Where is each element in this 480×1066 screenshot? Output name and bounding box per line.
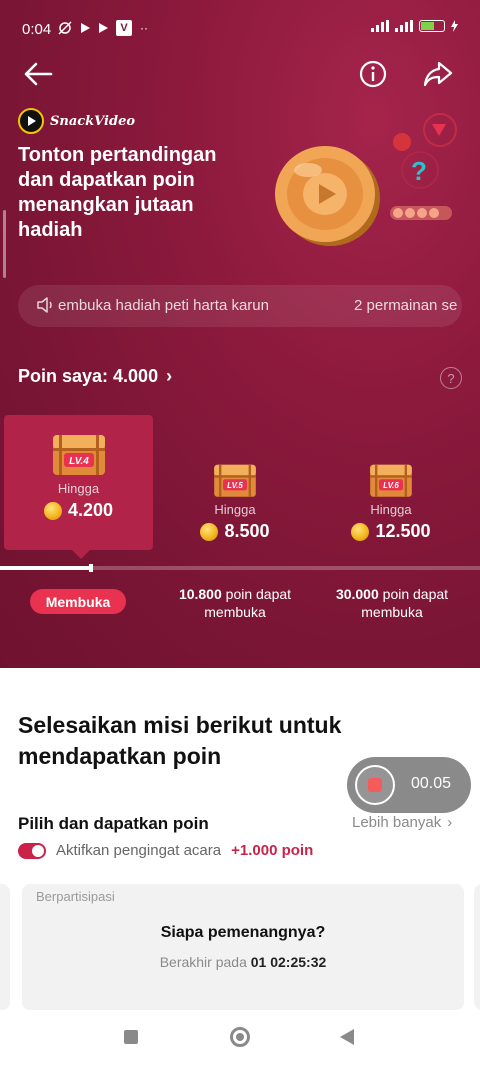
share-button[interactable] — [420, 56, 456, 92]
brand-logo: SnackVideo — [18, 108, 135, 134]
level5-points: 10.800 — [178, 586, 222, 602]
treasure-chest-icon: LV.5 — [214, 464, 256, 497]
level-progress-bar — [0, 564, 480, 572]
level6-points: 30.000 — [335, 586, 379, 602]
scroll-indicator — [3, 210, 6, 278]
muted-alarm-icon — [58, 21, 72, 35]
recent-apps-button[interactable] — [124, 1030, 138, 1044]
app-notification-icon: V — [116, 20, 132, 36]
section-title: Pilih dan dapatkan poin — [18, 814, 209, 833]
share-arrow-icon — [423, 61, 453, 87]
screen-recording-widget[interactable]: 00.05 — [347, 757, 471, 813]
level-prize-value: 8.500 — [224, 521, 270, 541]
hero-headline: Tonton pertandingan dan dapatkan poin me… — [18, 144, 217, 241]
brand-name: SnackVideo — [50, 113, 136, 129]
level-hingga-label: Hingga — [370, 502, 412, 517]
charging-icon — [451, 20, 458, 32]
signal-icon — [395, 20, 413, 32]
coin-icon — [200, 522, 219, 541]
stop-recording-button[interactable] — [355, 765, 395, 805]
system-navigation-bar — [0, 1010, 480, 1066]
arrow-left-icon — [24, 62, 53, 86]
level6-unlock-text: 30.000 poin dapat membuka — [322, 585, 462, 621]
level-card-lv4[interactable]: LV.4 Hingga 4.200 — [4, 415, 153, 559]
coin-icon — [351, 522, 370, 541]
system-back-button[interactable] — [340, 1029, 354, 1045]
ends-value: 01 02:25:32 — [250, 954, 327, 970]
open-chest-button[interactable]: Membuka — [30, 589, 126, 614]
recording-time: 00.05 — [411, 775, 452, 792]
coin-icon — [43, 501, 62, 520]
level-progress-marker — [89, 564, 93, 572]
info-circle-icon — [359, 60, 387, 88]
battery-icon — [419, 20, 445, 32]
my-points-label: Poin saya: 4.000 — [18, 366, 159, 386]
speaker-icon — [37, 297, 52, 313]
reminder-label: Aktifkan pengingat acara — [56, 842, 222, 859]
marquee-text: 2 permainan se — [354, 297, 458, 314]
level-badge: LV.6 — [383, 481, 399, 490]
level-hingga-label: Hingga — [214, 502, 256, 517]
treasure-chest-icon: LV.6 — [370, 464, 412, 497]
level-prize-value: 4.200 — [67, 500, 114, 520]
level-badge: LV.5 — [227, 481, 243, 490]
announcement-marquee: embuka hadiah peti harta karun 2 permain… — [18, 285, 462, 327]
svg-text:?: ? — [411, 156, 427, 186]
level-prize: 12.500 — [316, 521, 466, 542]
snackvideo-logo-icon — [18, 108, 44, 134]
hero-banner: 0:04 V ·· SnackVideo Tonton pertandingan… — [0, 0, 480, 668]
home-icon — [236, 1033, 244, 1041]
info-button[interactable] — [355, 56, 391, 92]
home-button[interactable] — [230, 1027, 250, 1047]
ends-label: Berakhir pada — [159, 954, 247, 970]
previous-card-peek[interactable] — [0, 884, 10, 1010]
status-bar: 0:04 V ·· — [0, 0, 480, 58]
chevron-right-icon: › — [447, 814, 453, 831]
level-prize: 8.500 — [160, 521, 310, 542]
help-icon[interactable]: ? — [440, 367, 462, 389]
treasure-chest-icon: LV.4 — [52, 435, 105, 475]
level-prize-value: 12.500 — [375, 521, 431, 541]
signal-icon — [371, 20, 389, 32]
event-end-time: Berakhir pada 01 02:25:32 — [22, 954, 464, 970]
more-dots-icon: ·· — [140, 21, 148, 35]
play-icon — [99, 23, 108, 33]
marquee-text: embuka hadiah peti harta karun — [58, 297, 269, 314]
stop-icon — [368, 778, 382, 792]
event-card[interactable]: Berpartisipasi Siapa pemenangnya? Berakh… — [22, 884, 464, 1010]
event-reminder-row: Aktifkan pengingat acara +1.000 poin — [18, 842, 313, 859]
my-points-link[interactable]: Poin saya: 4.000 › — [18, 366, 172, 387]
top-navigation — [0, 52, 480, 96]
level-badge: LV.4 — [69, 456, 89, 467]
mission-title: Selesaikan misi berikut untuk mendapatka… — [18, 712, 342, 769]
prize-decoration-icon: ? — [390, 113, 457, 220]
back-button[interactable] — [20, 56, 56, 92]
coin-illustration-icon — [275, 146, 380, 246]
more-link[interactable]: Lebih banyak › — [352, 814, 452, 831]
more-label: Lebih banyak — [352, 814, 442, 831]
level-card-lv5[interactable]: LV.5 Hingga 8.500 — [160, 460, 310, 555]
level5-unlock-text: 10.800 poin dapat membuka — [165, 585, 305, 621]
level-progress-fill — [0, 566, 92, 570]
toggle-knob — [32, 844, 44, 857]
level-hingga-label: Hingga — [57, 481, 100, 496]
status-notification-icons: V ·· — [58, 20, 148, 36]
status-time: 0:04 — [22, 21, 52, 38]
level-card-lv6[interactable]: LV.6 Hingga 12.500 — [316, 460, 466, 555]
level-prize: 4.200 — [4, 500, 153, 521]
reminder-bonus: +1.000 poin — [231, 842, 314, 859]
reminder-toggle[interactable] — [18, 842, 46, 859]
chevron-right-icon: › — [166, 366, 173, 386]
participate-tag: Berpartisipasi — [36, 889, 115, 904]
play-icon — [81, 23, 90, 33]
status-right-icons — [371, 20, 458, 32]
next-card-peek[interactable] — [474, 884, 480, 1010]
event-question: Siapa pemenangnya? — [160, 924, 326, 941]
